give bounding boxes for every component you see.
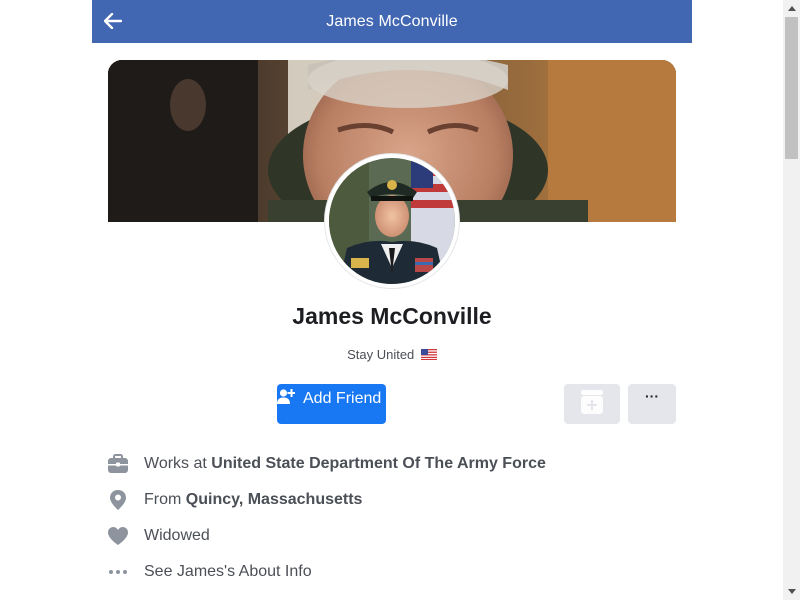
heart-icon [106,524,130,548]
arrow-left-icon[interactable] [102,10,124,32]
briefcase-icon [106,452,130,476]
header-title: James McConville [326,12,458,30]
scroll-up-arrow-icon[interactable] [783,0,800,17]
info-relationship: Widowed [106,518,692,554]
ellipsis-icon [106,560,130,584]
from-info-text: From Quincy, Massachusetts [144,491,362,509]
avatar-photo [329,158,455,284]
work-prefix: Works at [144,455,212,472]
work-info-text: Works at United State Department Of The … [144,455,546,473]
scrollbar-thumb[interactable] [785,17,798,159]
message-button[interactable] [564,384,620,424]
add-friend-label: Add Friend [303,390,382,407]
header-bar: James McConville [92,0,692,43]
work-place[interactable]: United State Department Of The Army Forc… [211,455,546,472]
profile-page: James McConville James McConville Stay U… [0,0,800,600]
info-from: From Quincy, Massachusetts [106,482,692,518]
from-place[interactable]: Quincy, Massachusetts [186,491,363,508]
avatar[interactable] [325,154,459,288]
vertical-scrollbar[interactable] [783,0,800,600]
more-options-button[interactable]: ··· [628,384,676,424]
profile-info-list: Works at United State Department Of The … [106,446,692,590]
add-friend-icon [277,388,296,411]
more-options-icon: ··· [645,388,659,404]
messenger-icon [580,389,604,420]
location-pin-icon [106,488,130,512]
scroll-down-arrow-icon[interactable] [783,583,800,600]
add-friend-button[interactable]: Add Friend [277,384,386,424]
from-prefix: From [144,491,186,508]
about-info-link[interactable]: See James's About Info [144,563,312,581]
bio-text: Stay United [347,347,415,362]
profile-name: James McConville [292,303,492,329]
relationship-status: Widowed [144,527,210,544]
profile-bio: Stay United [92,347,692,363]
info-work: Works at United State Department Of The … [106,446,692,482]
us-flag-icon [420,348,437,363]
info-about-link[interactable]: See James's About Info [106,554,692,590]
